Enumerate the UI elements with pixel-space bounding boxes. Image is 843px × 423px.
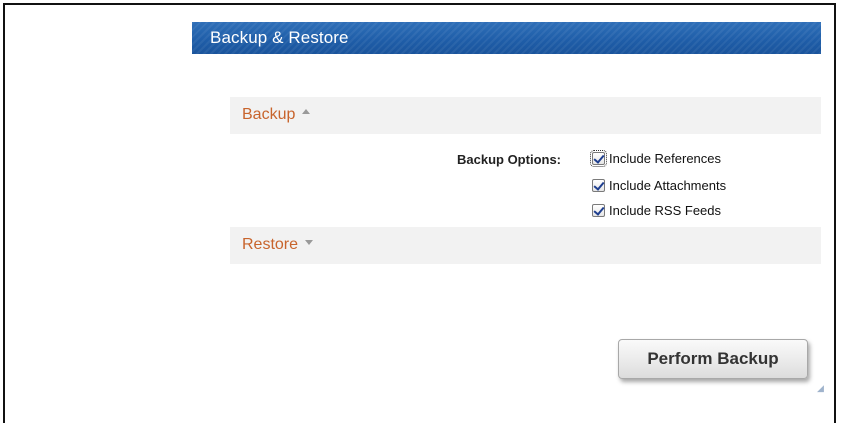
backup-restore-panel: Backup & Restore Backup Backup Options: …: [192, 22, 824, 422]
include-references-option[interactable]: Include References: [590, 150, 722, 167]
backup-toggle-link[interactable]: Backup: [242, 106, 311, 124]
restore-toggle-link[interactable]: Restore: [242, 236, 314, 254]
page-title: Backup & Restore: [210, 28, 349, 47]
panel-header: Backup & Restore: [192, 22, 821, 54]
perform-backup-button[interactable]: Perform Backup: [618, 339, 808, 379]
resize-grip-icon[interactable]: ◢: [817, 383, 824, 394]
restore-section-header: Restore: [230, 227, 821, 264]
include-rss-feeds-checkbox[interactable]: [592, 204, 605, 217]
backup-toggle-label: Backup: [242, 106, 296, 123]
include-rss-feeds-option[interactable]: Include RSS Feeds: [592, 203, 721, 218]
include-references-label: Include References: [609, 151, 722, 166]
include-attachments-checkbox[interactable]: [592, 179, 605, 192]
caret-up-icon: [302, 108, 311, 114]
restore-toggle-label: Restore: [242, 236, 299, 253]
include-references-checkbox[interactable]: [590, 150, 607, 167]
include-rss-feeds-label: Include RSS Feeds: [609, 203, 722, 218]
include-attachments-option[interactable]: Include Attachments: [592, 178, 726, 193]
include-attachments-label: Include Attachments: [609, 178, 727, 193]
backup-section-header: Backup: [230, 97, 821, 134]
caret-down-icon: [305, 239, 314, 245]
backup-options-label: Backup Options:: [457, 152, 562, 167]
